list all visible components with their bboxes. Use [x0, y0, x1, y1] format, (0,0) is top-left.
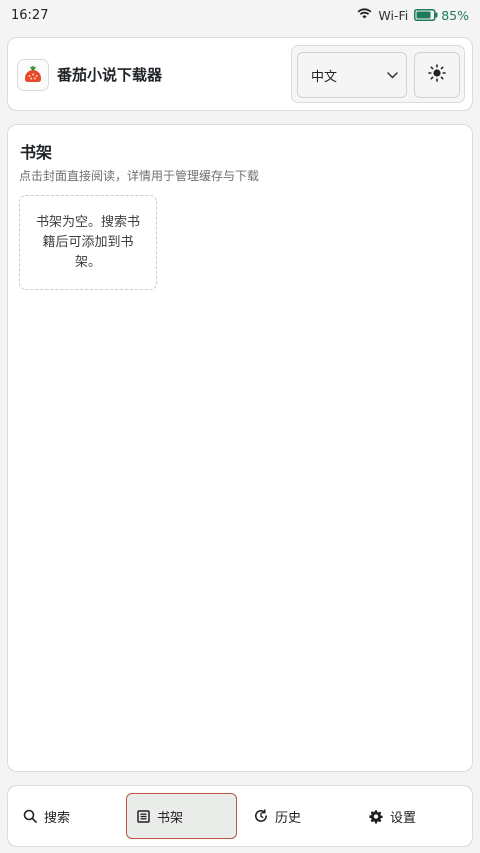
header-controls: 中文 [291, 45, 465, 103]
history-icon [254, 809, 268, 823]
nav-item-history[interactable]: 历史 [244, 793, 355, 839]
section-subtitle: 点击封面直接阅读，详情用于管理缓存与下载 [19, 169, 260, 183]
nav-item-bookshelf[interactable]: 书架 [126, 793, 237, 839]
nav-label-bookshelf: 书架 [157, 810, 184, 826]
nav-item-search[interactable]: 搜索 [13, 793, 124, 839]
app-title: 番茄小说下载器 [57, 66, 163, 84]
nav-label-search: 搜索 [44, 810, 71, 826]
status-time: 16:27 [11, 7, 49, 23]
battery-indicator: 85% [414, 8, 469, 23]
bookshelf-panel: 书架 点击封面直接阅读，详情用于管理缓存与下载 书架为空。搜索书籍后可添加到书架… [7, 124, 473, 772]
status-indicators: Wi-Fi 85% [357, 7, 469, 23]
tomato-icon [17, 59, 49, 91]
app-header: 番茄小说下载器 中文 [7, 37, 473, 111]
gear-icon [369, 809, 383, 823]
battery-percent: 85% [441, 7, 469, 23]
sun-icon [428, 64, 446, 86]
empty-bookshelf-message: 书架为空。搜索书籍后可添加到书架。 [35, 214, 140, 270]
wifi-label: Wi-Fi [378, 7, 409, 23]
theme-toggle-button[interactable] [414, 52, 460, 98]
language-selected: 中文 [311, 69, 338, 85]
language-select[interactable]: 中文 [297, 52, 407, 98]
wifi-icon [357, 7, 372, 23]
nav-label-history: 历史 [275, 810, 302, 826]
status-bar: 16:27 Wi-Fi 85% [0, 0, 480, 30]
bookshelf-icon [136, 809, 150, 823]
section-title: 书架 [20, 143, 53, 162]
bottom-nav: 搜索 书架 历史 设置 [7, 785, 473, 847]
battery-icon [414, 9, 438, 21]
chevron-down-icon [387, 68, 398, 83]
nav-item-settings[interactable]: 设置 [359, 793, 470, 839]
search-icon [23, 809, 37, 823]
empty-bookshelf-placeholder: 书架为空。搜索书籍后可添加到书架。 [19, 195, 157, 290]
nav-label-settings: 设置 [390, 810, 417, 826]
